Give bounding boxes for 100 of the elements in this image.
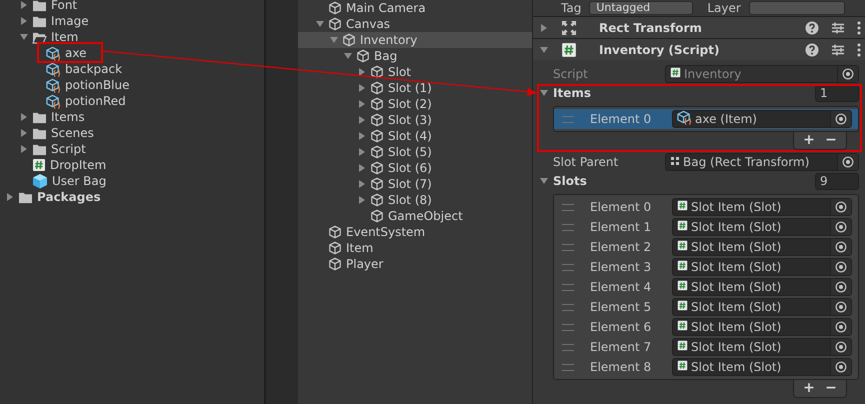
asset-name[interactable]: Font (51, 0, 78, 13)
foldout-arrow[interactable] (539, 176, 549, 186)
object-name[interactable]: Canvas (346, 16, 390, 32)
selected-row[interactable]: Inventory (298, 32, 532, 48)
object-picker-icon[interactable] (830, 279, 851, 295)
asset-name[interactable]: potionBlue (65, 77, 130, 93)
object-name[interactable]: Player (346, 256, 384, 272)
object-field[interactable]: Bag (Rect Transform) (665, 153, 859, 171)
object-name[interactable]: Slot (388, 64, 411, 80)
help-icon[interactable] (805, 20, 819, 34)
list-element[interactable]: Element 2 Slot Item (Slot) (554, 237, 858, 257)
list-element[interactable]: Element 3 Slot Item (Slot) (554, 257, 858, 277)
object-picker-icon[interactable] (830, 339, 851, 355)
object-name[interactable]: Bag (374, 48, 398, 64)
layer-dropdown[interactable] (748, 1, 845, 15)
list-element[interactable]: Element 5 Slot Item (Slot) (554, 297, 858, 317)
drag-handle[interactable] (562, 116, 574, 122)
list-element[interactable]: Element 0 Slot Item (Slot) (554, 197, 858, 217)
more-icon[interactable] (857, 20, 861, 34)
object-picker-icon[interactable] (830, 239, 851, 255)
object-name[interactable]: EventSystem (346, 224, 426, 240)
object-field[interactable]: Slot Item (Slot) (672, 218, 852, 236)
object-name[interactable]: Item (346, 240, 374, 256)
list-element[interactable]: Element 8 Slot Item (Slot) (554, 357, 858, 377)
list-element[interactable]: Element 1 Slot Item (Slot) (554, 217, 858, 237)
foldout-arrow[interactable] (314, 19, 326, 29)
drag-handle[interactable] (562, 304, 574, 310)
asset-name[interactable]: backpack (65, 61, 122, 77)
object-name[interactable]: Slot (6) (388, 160, 432, 176)
remove-button[interactable]: − (822, 381, 840, 396)
list-element[interactable]: Element 7 Slot Item (Slot) (554, 337, 858, 357)
list-element[interactable]: Element 6 Slot Item (Slot) (554, 317, 858, 337)
asset-name[interactable]: Scenes (51, 125, 94, 141)
object-name[interactable]: Slot (8) (388, 192, 432, 208)
remove-button[interactable]: − (822, 133, 840, 148)
help-icon[interactable] (805, 42, 819, 56)
object-field[interactable]: Slot Item (Slot) (672, 338, 852, 356)
asset-name[interactable]: DropItem (50, 157, 106, 173)
object-picker-icon[interactable] (830, 199, 851, 215)
object-field[interactable]: Slot Item (Slot) (672, 278, 852, 296)
add-button[interactable]: + (800, 381, 818, 396)
drag-handle[interactable] (562, 364, 574, 370)
object-picker-icon[interactable] (830, 299, 851, 315)
size-field[interactable]: 9 (815, 172, 859, 190)
object-field[interactable]: Slot Item (Slot) (672, 298, 852, 316)
object-field[interactable]: Slot Item (Slot) (672, 358, 852, 376)
object-field[interactable]: axe (Item) (672, 110, 852, 128)
asset-name[interactable]: Packages (37, 189, 101, 205)
object-picker-icon[interactable] (830, 319, 851, 335)
presets-icon[interactable] (831, 20, 845, 34)
field-label: Script (553, 67, 589, 81)
object-name[interactable]: Slot (1) (388, 80, 432, 96)
object-picker-icon[interactable] (830, 259, 851, 275)
foldout-arrow[interactable] (18, 32, 30, 42)
object-picker-icon[interactable] (830, 111, 851, 127)
object-name[interactable]: Slot (7) (388, 176, 432, 192)
list-element[interactable]: Element 4 Slot Item (Slot) (554, 277, 858, 297)
asset-name[interactable]: Items (51, 109, 85, 125)
add-button[interactable]: + (800, 133, 818, 148)
drag-handle[interactable] (562, 244, 574, 250)
object-field[interactable]: Slot Item (Slot) (672, 198, 852, 216)
cube-icon (328, 241, 342, 255)
list-label[interactable]: Items (553, 86, 811, 100)
list-label[interactable]: Slots (553, 174, 811, 188)
drag-handle[interactable] (562, 284, 574, 290)
object-picker-icon[interactable] (830, 219, 851, 235)
object-name[interactable]: Inventory (360, 32, 418, 48)
foldout-arrow[interactable] (539, 44, 549, 54)
asset-name[interactable]: axe (65, 45, 86, 61)
object-field[interactable]: Slot Item (Slot) (672, 258, 852, 276)
asset-name[interactable]: potionRed (65, 93, 126, 109)
drag-handle[interactable] (562, 224, 574, 230)
asset-name[interactable]: User Bag (52, 173, 106, 189)
drag-handle[interactable] (562, 324, 574, 330)
drag-handle[interactable] (562, 264, 574, 270)
object-field[interactable]: Slot Item (Slot) (672, 238, 852, 256)
foldout-arrow[interactable] (328, 35, 340, 45)
object-name[interactable]: GameObject (388, 208, 463, 224)
list-element[interactable]: Element 0 axe (Item) (554, 109, 858, 129)
object-name[interactable]: Slot (3) (388, 112, 432, 128)
drag-handle[interactable] (562, 204, 574, 210)
foldout-arrow[interactable] (342, 51, 354, 61)
object-name[interactable]: Main Camera (346, 0, 426, 16)
cube-icon (370, 97, 384, 111)
object-name[interactable]: Slot (4) (388, 128, 432, 144)
object-name[interactable]: Slot (2) (388, 96, 432, 112)
presets-icon[interactable] (831, 42, 845, 56)
tag-dropdown[interactable]: Untagged (589, 1, 694, 15)
foldout-arrow[interactable] (539, 88, 549, 98)
object-name[interactable]: Slot (5) (388, 144, 432, 160)
more-icon[interactable] (857, 42, 861, 56)
object-picker-icon[interactable] (837, 154, 858, 170)
folder-icon (32, 14, 47, 28)
foldout-arrow[interactable] (539, 22, 549, 32)
object-picker-icon[interactable] (830, 359, 851, 375)
object-field[interactable]: Slot Item (Slot) (672, 318, 852, 336)
asset-name[interactable]: Image (51, 13, 89, 29)
drag-handle[interactable] (562, 344, 574, 350)
asset-name[interactable]: Item (51, 29, 78, 45)
asset-name[interactable]: Script (51, 141, 86, 157)
